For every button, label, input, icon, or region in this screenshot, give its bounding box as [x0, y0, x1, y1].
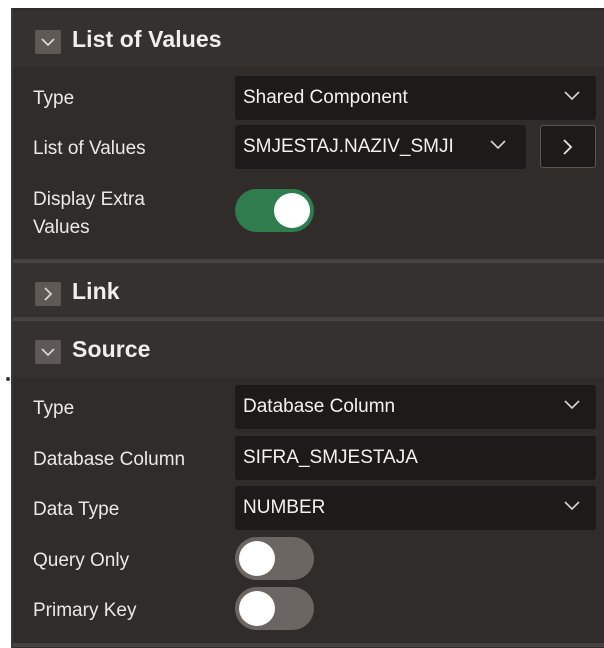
section-title-source: Source: [72, 335, 151, 362]
section-header-list-of-values[interactable]: List of Values: [13, 11, 604, 67]
display-extra-values-label-line1: Display Extra: [33, 189, 145, 210]
chevron-down-icon: [564, 501, 580, 511]
chevron-down-icon[interactable]: [35, 30, 61, 54]
source-type-value: Database Column: [243, 396, 396, 417]
chevron-down-icon[interactable]: [35, 340, 61, 364]
list-of-values-select[interactable]: SMJESTAJ.NAZIV_SMJI: [235, 125, 526, 169]
source-type-select[interactable]: Database Column: [235, 385, 596, 429]
database-column-label: Database Column: [33, 449, 186, 470]
chevron-down-icon: [490, 140, 506, 150]
chevron-right-icon: [563, 138, 573, 155]
section-title-list-of-values: List of Values: [72, 25, 222, 52]
panel-edge-marker: [6, 377, 10, 381]
section-header-source[interactable]: Source: [13, 321, 604, 377]
primary-key-toggle[interactable]: [235, 587, 314, 630]
toggle-knob: [239, 541, 275, 576]
chevron-down-icon: [564, 400, 580, 410]
property-editor-panel: List of Values Type Shared Component Lis…: [11, 8, 604, 648]
data-type-label: Data Type: [33, 499, 120, 520]
query-only-toggle[interactable]: [235, 537, 314, 580]
toggle-knob: [274, 193, 310, 228]
list-of-values-value: SMJESTAJ.NAZIV_SMJI: [243, 136, 454, 157]
section-title-link: Link: [72, 277, 120, 304]
database-column-value: SIFRA_SMJESTAJA: [243, 447, 418, 468]
primary-key-label: Primary Key: [33, 600, 137, 621]
lov-type-value: Shared Component: [243, 87, 408, 108]
chevron-down-icon: [564, 91, 580, 101]
go-to-list-of-values-button[interactable]: [540, 125, 596, 168]
type-label: Type: [33, 88, 75, 109]
source-type-label: Type: [33, 398, 75, 419]
chevron-right-icon[interactable]: [35, 282, 61, 306]
toggle-knob: [239, 591, 275, 626]
query-only-label: Query Only: [33, 550, 130, 571]
section-divider: [13, 643, 604, 647]
display-extra-values-toggle[interactable]: [235, 189, 314, 232]
lov-type-select[interactable]: Shared Component: [235, 76, 596, 120]
display-extra-values-label-line2: Values: [33, 217, 90, 238]
data-type-value: NUMBER: [243, 497, 326, 518]
list-of-values-label: List of Values: [33, 138, 146, 159]
section-header-link[interactable]: Link: [13, 263, 604, 319]
database-column-input[interactable]: SIFRA_SMJESTAJA: [235, 436, 596, 480]
data-type-select[interactable]: NUMBER: [235, 486, 596, 530]
